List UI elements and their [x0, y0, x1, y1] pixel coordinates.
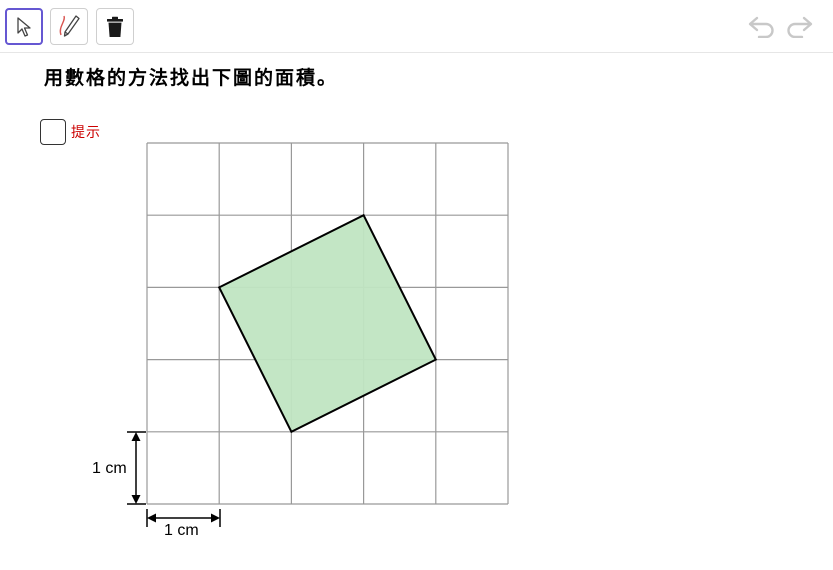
tilted-square[interactable]: [217, 213, 438, 434]
horizontal-dimension: 1 cm: [146, 509, 221, 539]
horizontal-dimension-label: 1 cm: [164, 522, 199, 539]
area-figure: 1 cm 1 cm: [92, 142, 509, 539]
vertical-dimension-label: 1 cm: [92, 460, 127, 477]
vertical-dimension: 1 cm: [92, 431, 146, 505]
